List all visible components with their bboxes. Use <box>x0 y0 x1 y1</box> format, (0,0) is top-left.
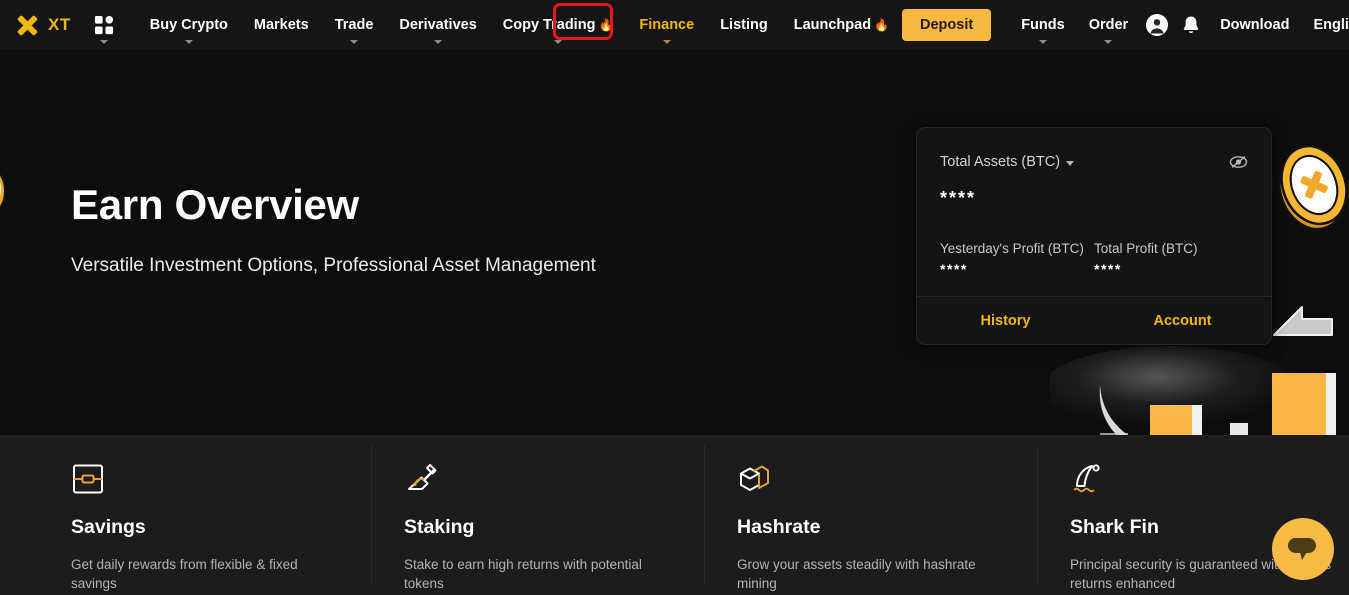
chat-bubble-icon <box>1288 538 1316 560</box>
chat-support-button[interactable] <box>1272 518 1334 580</box>
chevron-down-icon <box>434 40 443 44</box>
nav-left-group: XT Buy Crypto Markets Trade Derivatives Copy… <box>0 0 902 50</box>
asset-card-body: Total Assets (BTC) **** Yesterday's Prof… <box>917 128 1271 277</box>
total-assets-selector[interactable]: Total Assets (BTC) <box>940 154 1075 170</box>
total-profit-value: **** <box>1094 261 1122 277</box>
feature-cards-section: Savings Get daily rewards from flexible … <box>0 435 1349 595</box>
total-profit-label: Total Profit (BTC) <box>1094 241 1198 256</box>
top-navigation-bar: XT Buy Crypto Markets Trade Derivatives Copy… <box>0 0 1349 50</box>
xt-coin-icon <box>1278 144 1348 231</box>
nav-item-listing[interactable]: Listing <box>707 0 781 50</box>
nav-item-label: Markets <box>253 17 309 33</box>
staking-shovel-icon <box>408 464 437 490</box>
chevron-down-icon <box>662 40 671 44</box>
chevron-down-icon <box>350 40 359 44</box>
asset-card-header: Total Assets (BTC) <box>940 154 1248 170</box>
page-root: XT Buy Crypto Markets Trade Derivatives Copy… <box>0 0 1349 595</box>
yesterday-profit-value: **** <box>940 261 968 277</box>
chevron-down-icon <box>554 40 563 44</box>
notification-bell-icon <box>1183 16 1199 33</box>
history-button[interactable]: History <box>917 297 1094 344</box>
nav-item-label: Derivatives <box>399 17 477 33</box>
nav-item-launchpad[interactable]: Launchpad 🔥 <box>781 0 902 50</box>
flame-icon: 🔥 <box>874 18 890 32</box>
nav-item-markets[interactable]: Markets <box>241 0 322 50</box>
nav-item-label: Trade <box>334 17 374 33</box>
chevron-down-icon <box>100 39 109 44</box>
shark-fin-icon <box>1073 464 1100 493</box>
chevron-down-icon <box>1038 40 1047 44</box>
nav-item-order[interactable]: Order <box>1077 0 1141 50</box>
nav-item-trade[interactable]: Trade <box>322 0 387 50</box>
nav-item-derivatives[interactable]: Derivatives <box>386 0 489 50</box>
chevron-down-icon <box>1066 161 1075 166</box>
yesterday-profit-label: Yesterday's Profit (BTC) <box>940 241 1084 256</box>
nav-item-label: Listing <box>720 17 768 33</box>
user-avatar-button[interactable] <box>1140 0 1174 50</box>
notification-bell-button[interactable] <box>1174 0 1208 50</box>
chevron-down-icon <box>1104 40 1113 44</box>
nav-item-label: Finance <box>639 17 695 33</box>
dollar-coin-icon <box>0 172 6 210</box>
feature-card-hashrate[interactable]: Hashrate Grow your assets steadily with … <box>704 435 1037 595</box>
nav-right-group: Deposit Funds Order Download Engli <box>902 0 1349 50</box>
nav-item-copy-trading[interactable]: Copy Trading 🔥 <box>490 0 627 50</box>
chevron-down-icon <box>184 40 193 44</box>
hashrate-cube-icon <box>740 465 769 491</box>
page-title: Earn Overview <box>71 181 359 228</box>
nav-item-label: Copy Trading <box>502 17 596 33</box>
nav-item-label: Launchpad <box>793 17 872 33</box>
nav-item-download[interactable]: Download <box>1208 0 1301 50</box>
eye-off-icon[interactable] <box>1229 155 1248 169</box>
xt-logo[interactable]: XT <box>0 12 71 39</box>
apps-grid-glyph <box>94 15 113 34</box>
arrow-graphic <box>1273 306 1333 336</box>
flame-icon: 🔥 <box>598 18 614 32</box>
feature-card-staking[interactable]: Staking Stake to earn high returns with … <box>371 435 704 595</box>
xt-logo-icon <box>17 15 38 35</box>
nav-item-locale-label: English/USD <box>1313 17 1349 33</box>
bar-chart-graphic <box>1099 373 1336 435</box>
profit-row: Yesterday's Profit (BTC) **** Total Prof… <box>940 241 1248 277</box>
account-button[interactable]: Account <box>1094 297 1271 344</box>
feature-card-savings[interactable]: Savings Get daily rewards from flexible … <box>0 435 371 595</box>
nav-item-funds[interactable]: Funds <box>1009 0 1077 50</box>
feature-title: Hashrate <box>737 516 821 538</box>
nav-menu: Buy Crypto Markets Trade Derivatives Copy Tr… <box>137 0 902 50</box>
total-assets-card: Total Assets (BTC) **** Yesterday's Prof… <box>916 127 1272 345</box>
apps-grid-icon[interactable] <box>94 15 115 44</box>
page-subtitle: Versatile Investment Options, Profession… <box>71 255 596 276</box>
nav-item-locale[interactable]: English/USD <box>1301 0 1349 50</box>
feature-description: Grow your assets steadily with hashrate … <box>737 557 976 591</box>
nav-item-finance[interactable]: Finance <box>626 0 707 50</box>
deposit-button[interactable]: Deposit <box>902 9 992 41</box>
yesterday-profit-block: Yesterday's Profit (BTC) **** <box>940 241 1094 277</box>
nav-item-download-label: Download <box>1220 17 1290 33</box>
total-profit-block: Total Profit (BTC) **** <box>1094 241 1248 277</box>
nav-item-order-label: Order <box>1088 17 1129 33</box>
feature-title: Savings <box>71 516 146 538</box>
nav-item-funds-label: Funds <box>1021 17 1065 33</box>
total-assets-value: **** <box>940 188 977 208</box>
user-avatar-icon <box>1146 14 1169 36</box>
logo-text: XT <box>48 15 71 34</box>
feature-description: Stake to earn high returns with potentia… <box>404 557 642 591</box>
dollar-coin-icon: $ <box>774 428 842 435</box>
nav-item-buy-crypto[interactable]: Buy Crypto <box>137 0 241 50</box>
feature-description: Get daily rewards from flexible & fixed … <box>71 557 298 591</box>
nav-item-label: Buy Crypto <box>149 17 228 33</box>
feature-title: Staking <box>404 516 475 538</box>
savings-wallet-icon <box>73 464 103 494</box>
asset-card-footer: History Account <box>917 296 1271 344</box>
total-assets-label: Total Assets (BTC) <box>940 154 1061 170</box>
